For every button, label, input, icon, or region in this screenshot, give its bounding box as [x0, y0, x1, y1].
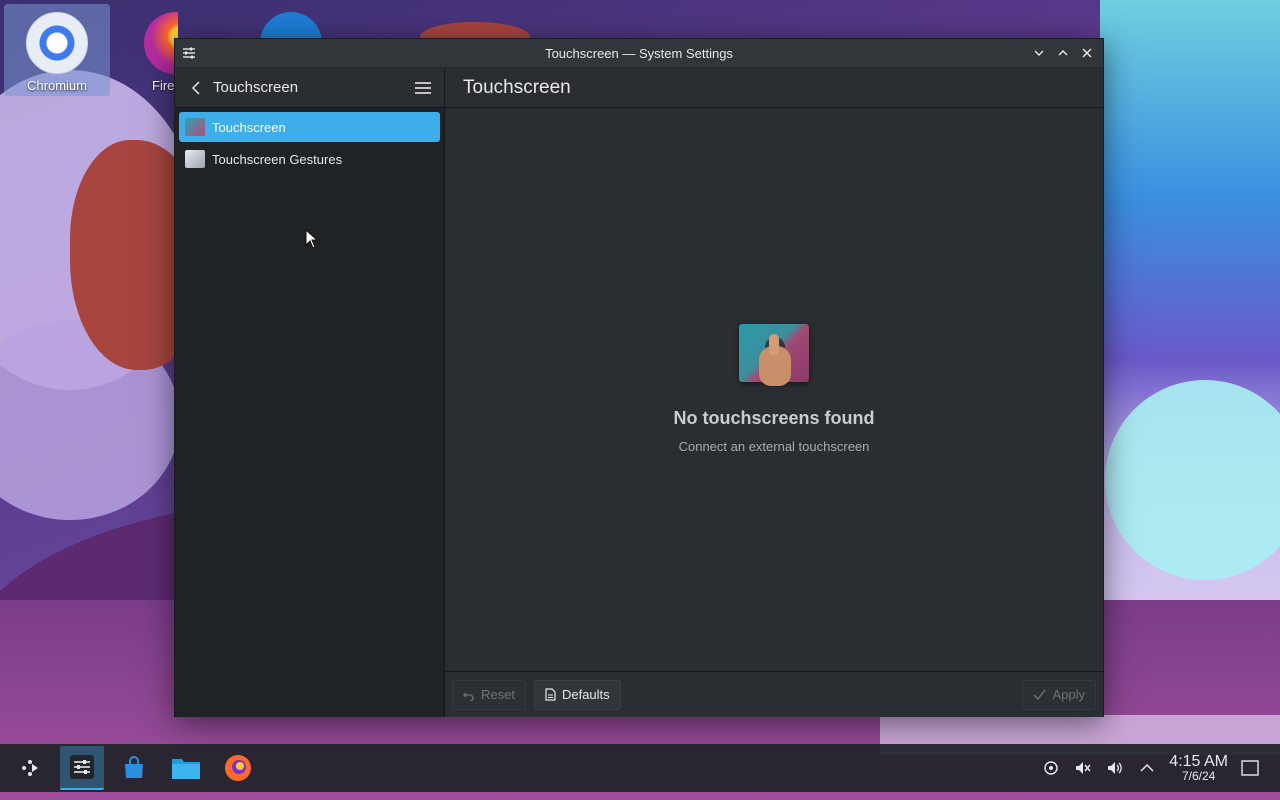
page-title: Touchscreen — [463, 76, 571, 98]
back-button[interactable] — [185, 77, 207, 99]
apply-label: Apply — [1052, 687, 1085, 702]
clock-date: 7/6/24 — [1181, 769, 1216, 784]
taskbar: 4:15 AM 7/6/24 — [0, 744, 1280, 792]
taskbar-file-manager[interactable] — [164, 746, 208, 790]
settings-app-icon[interactable] — [181, 45, 197, 61]
desktop-icon — [1241, 760, 1259, 776]
speaker-icon — [1108, 762, 1123, 774]
taskbar-firefox[interactable] — [216, 746, 260, 790]
volume-button[interactable] — [1105, 758, 1125, 778]
empty-placeholder: No touchscreens found Connect an externa… — [445, 320, 1103, 454]
sidebar-header: Touchscreen — [175, 68, 444, 108]
close-button[interactable] — [1077, 43, 1097, 63]
launcher-icon — [22, 760, 38, 776]
chevron-down-icon — [1034, 50, 1044, 56]
sidebar-item-label: Touchscreen Gestures — [212, 151, 343, 167]
wallpaper-cloud — [0, 70, 200, 390]
touchscreen-gestures-icon — [185, 150, 205, 168]
defaults-label: Defaults — [561, 687, 610, 702]
desktop-icon-chromium[interactable]: Chromium — [4, 4, 110, 96]
folder-icon — [172, 759, 200, 779]
mic-button[interactable] — [1073, 758, 1093, 778]
taskbar-discover[interactable] — [112, 746, 156, 790]
speaker-muted-icon — [1076, 762, 1091, 774]
chevron-left-icon — [191, 80, 200, 95]
main-panel: Touchscreen No touchscreens found Connec… — [445, 68, 1103, 717]
firefox-icon — [225, 755, 251, 781]
settings-app-icon — [70, 755, 94, 779]
settings-window: Touchscreen — System Settings Touchscree… — [174, 38, 1104, 717]
sidebar-item-label: Touchscreen — [212, 119, 286, 135]
mouse-cursor-icon — [305, 229, 319, 249]
sidebar-title: Touchscreen — [213, 79, 299, 96]
undo-icon — [463, 692, 474, 701]
network-button[interactable] — [1041, 758, 1061, 778]
content-area: No touchscreens found Connect an externa… — [445, 108, 1103, 671]
reset-button[interactable]: Reset — [452, 679, 526, 710]
chevron-up-icon — [1140, 763, 1154, 772]
tray-expand-button[interactable] — [1137, 758, 1157, 778]
maximize-button[interactable] — [1053, 43, 1073, 63]
defaults-button[interactable]: Defaults — [533, 679, 621, 710]
show-desktop-button[interactable] — [1240, 758, 1260, 778]
window-titlebar[interactable]: Touchscreen — System Settings — [175, 39, 1103, 68]
network-icon — [1044, 761, 1058, 775]
reset-label: Reset — [481, 687, 515, 702]
touchscreen-illustration-icon — [737, 320, 811, 388]
sidebar-list: Touchscreen Touchscreen Gestures — [175, 108, 444, 178]
clock[interactable]: 4:15 AM 7/6/24 — [1169, 753, 1228, 784]
touchscreen-icon — [185, 118, 205, 136]
chromium-icon — [26, 12, 88, 74]
sidebar: Touchscreen Touchscreen Touchscreen Gest… — [175, 68, 445, 717]
hamburger-icon — [415, 81, 431, 94]
apply-button[interactable]: Apply — [1022, 679, 1096, 710]
desktop-icon-label: Chromium — [27, 78, 87, 93]
wallpaper-cloud — [0, 320, 180, 520]
placeholder-subtext: Connect an external touchscreen — [678, 439, 870, 454]
main-header: Touchscreen — [445, 68, 1103, 108]
wallpaper-sky — [1100, 0, 1280, 800]
footer-toolbar: Reset Defaults Apply — [445, 671, 1103, 717]
hamburger-menu-button[interactable] — [412, 77, 434, 99]
chevron-up-icon — [1058, 50, 1068, 56]
application-launcher-button[interactable] — [8, 746, 52, 790]
sidebar-item-touchscreen-gestures[interactable]: Touchscreen Gestures — [179, 144, 440, 174]
close-icon — [1082, 48, 1092, 58]
store-bag-icon — [125, 756, 143, 778]
clock-time: 4:15 AM — [1169, 752, 1228, 770]
minimize-button[interactable] — [1029, 43, 1049, 63]
document-icon — [545, 688, 556, 701]
placeholder-heading: No touchscreens found — [673, 408, 875, 428]
wallpaper-cloud — [1105, 380, 1280, 580]
window-title: Touchscreen — System Settings — [545, 45, 733, 61]
taskbar-system-settings[interactable] — [60, 746, 104, 790]
firefox-icon — [144, 12, 178, 74]
system-tray: 4:15 AM 7/6/24 — [1041, 744, 1280, 792]
checkmark-icon — [1033, 689, 1047, 700]
sidebar-item-touchscreen[interactable]: Touchscreen — [179, 112, 440, 142]
desktop-icon-label: Fire — [152, 78, 175, 93]
desktop-icon-firefox[interactable]: Fire — [118, 4, 178, 96]
